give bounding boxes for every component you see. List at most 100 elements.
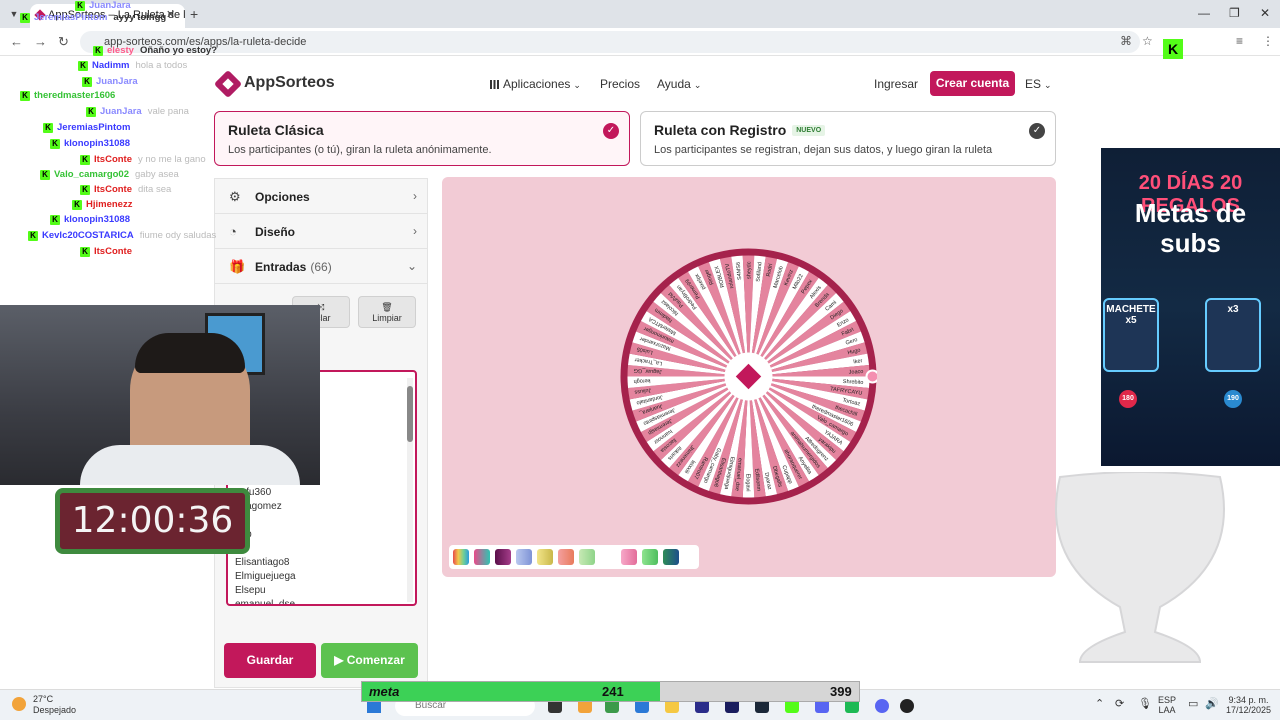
kick-badge-icon: K bbox=[20, 91, 30, 101]
chat-message: K JuanJara bbox=[82, 76, 138, 89]
chat-message: K Hjimenezz bbox=[72, 199, 132, 212]
palette-swatch[interactable] bbox=[642, 549, 658, 565]
chat-message: K Nadimm hola a todos bbox=[78, 60, 187, 73]
palette-swatch[interactable] bbox=[579, 549, 595, 565]
clock[interactable]: 9:34 p. m. 17/12/2025 bbox=[1226, 695, 1271, 715]
palette-swatch[interactable] bbox=[516, 549, 532, 565]
chat-message: K JuanJara vale pana bbox=[86, 106, 189, 119]
start-button[interactable]: ▶ Comenzar bbox=[321, 643, 418, 678]
weather-widget[interactable]: 27°C Despejado bbox=[33, 694, 76, 716]
palette-swatch[interactable] bbox=[453, 549, 469, 565]
ad-item-price: 180 bbox=[1119, 390, 1137, 408]
volume-icon[interactable]: 🔊 bbox=[1205, 699, 1219, 710]
accordion-label: Diseño bbox=[255, 225, 296, 239]
ad-item-price: 190 bbox=[1224, 390, 1242, 408]
weather-condition: Despejado bbox=[33, 705, 77, 715]
ad-item-card: MACHETE x5 bbox=[1103, 298, 1159, 372]
wheel-entry-label: Elogavi bbox=[745, 473, 751, 491]
language-selector[interactable]: ES ⌄ bbox=[1025, 77, 1052, 91]
keyboard-language[interactable]: ESP LAA bbox=[1158, 695, 1176, 715]
chat-username: JeremiasPintom bbox=[34, 12, 108, 23]
chat-text: fiume ody saludas bbox=[139, 230, 217, 241]
palette-swatch[interactable] bbox=[621, 549, 637, 565]
webcam-feed bbox=[0, 305, 320, 485]
tray-sync-icon[interactable]: ⟳ bbox=[1115, 699, 1124, 710]
nav-aplicaciones[interactable]: Aplicaciones ⌄ bbox=[490, 77, 581, 91]
palette-swatch[interactable] bbox=[663, 549, 679, 565]
kick-badge-icon: K bbox=[50, 139, 60, 149]
chat-text: y no me la gano bbox=[138, 154, 206, 165]
mode-title: Ruleta Clásica bbox=[228, 122, 324, 138]
chat-message: K Valo_camargo02 gaby asea bbox=[40, 169, 179, 182]
tray-chevron-up-icon[interactable]: ⌃ bbox=[1095, 699, 1104, 710]
chat-message: K JeremiasPintom ayyy toingg bbox=[20, 12, 166, 25]
chat-text: dita sea bbox=[138, 184, 172, 195]
clock-date: 17/12/2025 bbox=[1226, 705, 1272, 715]
chat-message: K ItsConte bbox=[80, 246, 132, 259]
minimize-icon[interactable]: — bbox=[1198, 6, 1210, 20]
stream-timer: 12:00:36 bbox=[55, 488, 250, 554]
palette-swatch[interactable] bbox=[558, 549, 574, 565]
kick-badge-icon: K bbox=[28, 231, 38, 241]
network-icon[interactable]: ▭ bbox=[1188, 699, 1198, 710]
kick-badge-icon: K bbox=[80, 247, 90, 257]
entry-item: Elisantiago8 bbox=[235, 557, 290, 568]
palette-swatch[interactable] bbox=[474, 549, 490, 565]
roulette-wheel[interactable]: ShrebitoTAFRYCAYUTortoazthecachillthered… bbox=[620, 248, 877, 505]
palette-swatch[interactable] bbox=[495, 549, 511, 565]
site-logo-text[interactable]: AppSorteos bbox=[244, 74, 335, 92]
kick-badge-icon: K bbox=[20, 13, 30, 23]
wheel-entry-label: Joaco bbox=[849, 369, 864, 376]
chat-message: K JeremiasPintom bbox=[43, 122, 130, 135]
nav-ayuda[interactable]: Ayuda ⌄ bbox=[657, 77, 701, 91]
close-window-icon[interactable]: ✕ bbox=[1260, 6, 1270, 20]
mode-title: Ruleta con Registro NUEVO bbox=[654, 122, 1042, 138]
goal-label: meta bbox=[369, 684, 400, 699]
palette-swatch[interactable] bbox=[600, 549, 616, 565]
chat-username: klonopin31088 bbox=[64, 138, 130, 149]
clear-label: Limpiar bbox=[372, 313, 402, 323]
trash-icon: 🗑 bbox=[381, 302, 393, 312]
apps-grid-icon bbox=[490, 80, 499, 89]
kick-badge-icon: K bbox=[50, 215, 60, 225]
chat-username: klonopin31088 bbox=[64, 214, 130, 225]
translate-icon[interactable]: ⌘ bbox=[1120, 34, 1132, 48]
goal-current: 241 bbox=[602, 684, 624, 699]
chat-text: Oñaño yo estoy? bbox=[139, 45, 218, 56]
kick-badge-icon: K bbox=[40, 170, 50, 180]
scroll-thumb[interactable] bbox=[407, 386, 413, 442]
weather-sun-icon bbox=[12, 697, 26, 711]
mode-description: Los participantes (o tú), giran la rulet… bbox=[228, 144, 492, 156]
save-button[interactable]: Guardar bbox=[224, 643, 316, 678]
chat-text: gaby asea bbox=[135, 169, 179, 180]
obs-icon[interactable] bbox=[900, 699, 914, 713]
chat-username: Kevlc20COSTARICA bbox=[42, 230, 134, 241]
clear-button[interactable]: 🗑 Limpiar bbox=[358, 296, 416, 328]
browser-menu-icon[interactable]: ≡ bbox=[1236, 34, 1243, 48]
maximize-icon[interactable]: ❐ bbox=[1229, 6, 1240, 20]
microphone-icon[interactable]: 🎙 bbox=[1138, 699, 1152, 710]
chat-username: ItsConte bbox=[94, 184, 132, 195]
wheel-entry-label: Shrebito bbox=[843, 379, 864, 386]
discord-notify-icon[interactable] bbox=[875, 699, 889, 713]
chat-username: Valo_camargo02 bbox=[54, 169, 129, 180]
mode-card-classic[interactable]: Ruleta Clásica Los participantes (o tú),… bbox=[214, 111, 630, 166]
kick-badge-icon: K bbox=[78, 61, 88, 71]
login-link[interactable]: Ingresar bbox=[874, 77, 918, 91]
chat-message: Kklonopin31088 bbox=[50, 138, 130, 151]
signup-button[interactable]: Crear cuenta bbox=[930, 71, 1015, 96]
gift-icon: 🎁 bbox=[229, 259, 246, 274]
chat-message: K Kevlc20COSTARICA fiume ody saludas bbox=[28, 230, 216, 243]
entry-item: Elsepu bbox=[235, 585, 266, 596]
bookmark-star-icon[interactable]: ☆ bbox=[1142, 34, 1153, 48]
stream-chat-overlay: K JuanJara K JeremiasPintom ayyy toingg Keles… bbox=[0, 0, 250, 260]
palette-swatch[interactable] bbox=[537, 549, 553, 565]
mode-card-registration[interactable]: Ruleta con Registro NUEVO Los participant… bbox=[640, 111, 1056, 166]
entry-item: Elmiguejuega bbox=[235, 571, 296, 582]
wheel-pointer-icon bbox=[865, 369, 877, 384]
language-code: ESP bbox=[1158, 695, 1177, 705]
entries-scrollbar[interactable] bbox=[407, 378, 413, 602]
nav-precios[interactable]: Precios bbox=[600, 77, 640, 91]
more-icon[interactable]: ⋮ bbox=[1262, 34, 1274, 48]
kick-badge-icon: K bbox=[93, 46, 103, 56]
